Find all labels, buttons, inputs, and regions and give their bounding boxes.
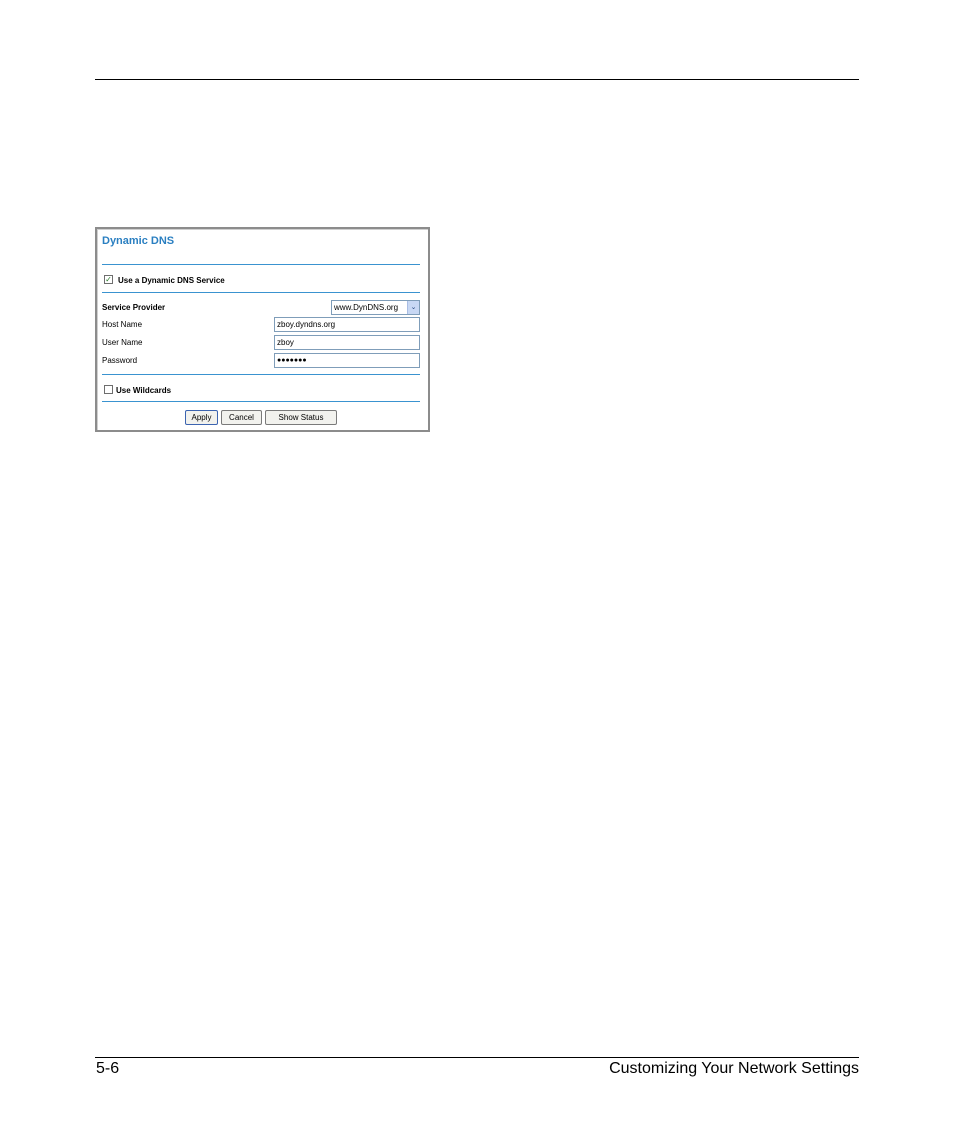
host-name-input[interactable]: zboy.dyndns.org bbox=[274, 317, 420, 332]
divider bbox=[102, 264, 420, 265]
use-dns-service-checkbox[interactable]: ✓ bbox=[104, 275, 113, 284]
divider bbox=[102, 374, 420, 375]
password-input[interactable]: ●●●●●●● bbox=[274, 353, 420, 368]
divider bbox=[102, 292, 420, 293]
use-wildcards-checkbox[interactable] bbox=[104, 385, 113, 394]
chevron-down-icon[interactable]: ⌄ bbox=[407, 301, 419, 314]
cancel-button[interactable]: Cancel bbox=[221, 410, 262, 425]
password-label: Password bbox=[102, 356, 138, 365]
apply-button[interactable]: Apply bbox=[185, 410, 218, 425]
service-provider-label: Service Provider bbox=[102, 303, 166, 312]
section-title: Customizing Your Network Settings bbox=[609, 1060, 859, 1077]
host-name-label: Host Name bbox=[102, 320, 143, 329]
divider bbox=[102, 401, 420, 402]
header-rule bbox=[95, 79, 859, 80]
footer-rule bbox=[95, 1057, 859, 1058]
show-status-button[interactable]: Show Status bbox=[265, 410, 337, 425]
user-name-label: User Name bbox=[102, 338, 143, 347]
user-name-input[interactable]: zboy bbox=[274, 335, 420, 350]
checkmark-icon: ✓ bbox=[105, 275, 112, 284]
use-dns-service-label: Use a Dynamic DNS Service bbox=[118, 276, 225, 285]
page-number: 5-6 bbox=[96, 1060, 120, 1077]
service-provider-value: www.DynDNS.org bbox=[334, 303, 399, 312]
use-wildcards-label: Use Wildcards bbox=[116, 386, 172, 395]
panel-title: Dynamic DNS bbox=[102, 235, 175, 247]
dynamic-dns-panel: Dynamic DNS ✓ Use a Dynamic DNS Service … bbox=[95, 227, 430, 432]
service-provider-select[interactable]: www.DynDNS.org ⌄ bbox=[331, 300, 420, 315]
